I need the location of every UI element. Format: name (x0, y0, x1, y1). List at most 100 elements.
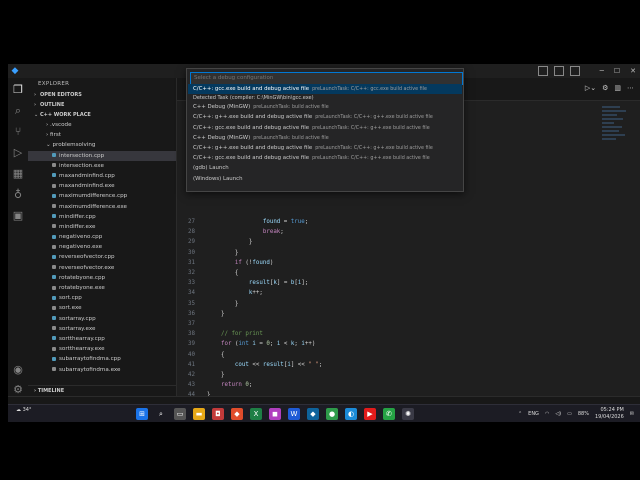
debug-config-option[interactable]: (Windows) Launch (188, 174, 462, 184)
debug-config-option[interactable]: C++ Debug (MinGW) preLaunchTask: build ac… (188, 102, 462, 112)
code-text: } (207, 372, 225, 378)
tree-file[interactable]: sortarray.cpp (28, 314, 176, 324)
clock[interactable]: 05:24 PM 19/04/2026 (595, 407, 624, 420)
debug-config-option[interactable]: (gdb) Launch (188, 163, 462, 173)
source-control-icon[interactable]: ⑂ (15, 126, 22, 138)
tray-language[interactable]: ENG (528, 411, 539, 417)
weather-widget[interactable]: ☁ 34° (16, 407, 31, 414)
tray-chevron-up-icon[interactable]: ⌃ (518, 411, 522, 417)
file-explorer-icon[interactable]: ▬ (193, 408, 205, 420)
tree-file[interactable]: maxandminfind.cpp (28, 171, 176, 181)
search-taskbar-icon[interactable]: ⌕ (155, 408, 167, 420)
tree-file[interactable]: sortthearray.cpp (28, 334, 176, 344)
tree-file[interactable]: sortthearray.exe (28, 344, 176, 354)
run-debug-icon[interactable]: ▷ (14, 147, 22, 159)
vscode-taskbar-icon[interactable]: ◆ (307, 408, 319, 420)
tree-file[interactable]: subarraytofindma.exe (28, 365, 176, 375)
app-purple-icon[interactable]: ◼ (269, 408, 281, 420)
task-view-icon[interactable]: ▭ (174, 408, 186, 420)
edge-icon[interactable]: ◐ (345, 408, 357, 420)
code-text: } (207, 249, 239, 256)
tree-file[interactable]: reverseofvector.cpp (28, 252, 176, 262)
line-number: 38 (188, 331, 195, 338)
split-editor-icon[interactable]: ▥ (614, 84, 621, 92)
toggle-panel-icon[interactable] (554, 66, 564, 76)
tree-item-label: reverseofvector.exe (59, 264, 115, 271)
workspace-section[interactable]: ⌄ C++ WORK PLACE (28, 110, 176, 120)
debug-config-option[interactable]: C/C++: gcc.exe build and debug active fi… (188, 123, 462, 133)
whatsapp-icon[interactable]: ✆ (383, 408, 395, 420)
chrome-icon[interactable]: ● (326, 408, 338, 420)
code-text: if (!found) (234, 259, 274, 266)
code-text: break; (262, 229, 284, 236)
tree-folder[interactable]: ⌄ problemsolving (28, 140, 176, 150)
start-windows-icon[interactable]: ⊞ (136, 408, 148, 420)
python-icon[interactable]: ♁ (14, 189, 22, 201)
tree-file[interactable]: sortarray.exe (28, 324, 176, 334)
battery-icon[interactable]: ▭ (567, 411, 572, 417)
wifi-icon[interactable]: ◠ (545, 411, 549, 417)
tree-file[interactable]: mindiffer.exe (28, 222, 176, 232)
close-icon[interactable]: ✕ (630, 67, 636, 75)
tree-item-label: maximumdifference.exe (59, 203, 127, 210)
account-icon[interactable]: ◉ (13, 364, 23, 376)
explorer-icon[interactable]: ❐ (13, 84, 23, 96)
tree-file[interactable]: mindiffer.cpp (28, 212, 176, 222)
code-line: 28 break; (177, 227, 597, 237)
toggle-sidebar-icon[interactable] (538, 66, 548, 76)
tree-file[interactable]: intersection.cpp (28, 150, 176, 161)
volume-icon[interactable]: ◁) (555, 411, 561, 417)
battery-percent: 88% (577, 410, 589, 417)
tree-folder[interactable]: › first (28, 130, 176, 140)
timeline-section[interactable]: › TIMELINE (28, 385, 182, 396)
tree-file[interactable]: negativeno.exe (28, 242, 176, 252)
pdf-reader-icon[interactable]: ◆ (231, 408, 243, 420)
more-actions-icon[interactable]: ⋯ (627, 84, 634, 92)
minimap[interactable] (602, 104, 632, 164)
outline-section[interactable]: › OUTLINE (28, 100, 176, 110)
tree-file[interactable]: negativeno.cpp (28, 232, 176, 242)
store-icon[interactable]: ◘ (212, 408, 224, 420)
settings-gear-icon[interactable]: ⚙ (13, 384, 23, 396)
youtube-icon[interactable]: ▶ (364, 408, 376, 420)
excel-icon[interactable]: X (250, 408, 262, 420)
cpp-file-icon (52, 275, 56, 280)
option-label: C/C++: g++.exe build and debug active fi… (193, 145, 313, 151)
tree-file[interactable]: maximumdifference.exe (28, 202, 176, 212)
toggle-secondary-sidebar-icon[interactable] (570, 66, 580, 76)
open-editors-section[interactable]: › OPEN EDITORS (28, 90, 176, 100)
tree-file[interactable]: rotatebyone.cpp (28, 273, 176, 283)
word-icon[interactable]: W (288, 408, 300, 420)
tree-folder[interactable]: › .vscode (28, 120, 176, 130)
code-line: 32 { (177, 268, 597, 278)
tree-item-label: maxandminfind.cpp (59, 172, 115, 179)
tree-file[interactable]: reverseofvector.exe (28, 263, 176, 273)
settings-icon[interactable]: ⚙ (602, 84, 608, 92)
tree-file[interactable]: subarraytofindma.cpp (28, 354, 176, 364)
debug-config-option[interactable]: C/C++: gcc.exe build and debug active fi… (188, 84, 462, 95)
debug-config-option[interactable]: C/C++: gcc.exe build and debug active fi… (188, 153, 462, 163)
extensions-icon[interactable]: ▦ (13, 168, 23, 180)
tree-file[interactable]: maxandminfind.exe (28, 181, 176, 191)
tree-file[interactable]: maximumdifference.cpp (28, 191, 176, 201)
line-number: 39 (188, 341, 195, 348)
code-text: result[k] = b[i]; (248, 280, 309, 287)
notifications-icon[interactable]: ✉ (630, 411, 634, 417)
run-debug-dropdown-icon[interactable]: ▷⌄ (585, 84, 596, 92)
tree-file[interactable]: sort.exe (28, 303, 176, 313)
tree-item-label: subarraytofindma.cpp (59, 356, 121, 363)
tree-file[interactable]: rotatebyone.exe (28, 283, 176, 293)
minimize-icon[interactable]: ─ (600, 67, 604, 75)
search-icon[interactable]: ⌕ (15, 105, 21, 117)
tree-file[interactable]: sort.cpp (28, 293, 176, 303)
debug-config-option[interactable]: C++ Debug (MinGW) preLaunchTask: build ac… (188, 133, 462, 143)
chatgpt-icon[interactable]: ✺ (402, 408, 414, 420)
system-tray: ⌃ ENG ◠ ◁) ▭ 88% 05:24 PM 19/04/2026 ✉ (518, 407, 634, 420)
maximize-icon[interactable]: ☐ (614, 67, 620, 75)
outline-label: OUTLINE (40, 102, 65, 108)
line-number: 29 (188, 239, 195, 246)
debug-config-option[interactable]: C/C++: g++.exe build and debug active fi… (188, 112, 462, 122)
debug-config-option[interactable]: C/C++: g++.exe build and debug active fi… (188, 143, 462, 153)
tree-file[interactable]: intersection.exe (28, 161, 176, 171)
remote-explorer-icon[interactable]: ▣ (13, 210, 23, 222)
